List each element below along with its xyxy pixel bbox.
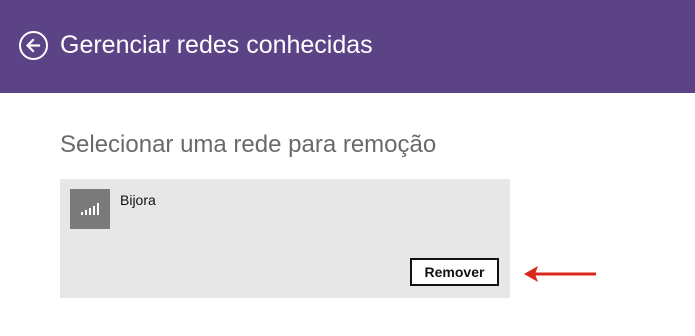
back-button[interactable] xyxy=(19,31,48,60)
remove-button[interactable]: Remover xyxy=(410,258,499,286)
section-title: Selecionar uma rede para remoção xyxy=(60,131,437,158)
wifi-signal-icon xyxy=(70,189,110,229)
header-bar: Gerenciar redes conhecidas xyxy=(0,0,695,93)
network-item[interactable]: Bijora Remover xyxy=(60,179,510,298)
back-arrow-icon xyxy=(25,38,41,53)
red-arrow-icon xyxy=(524,266,596,282)
network-name: Bijora xyxy=(120,192,156,208)
page-title: Gerenciar redes conhecidas xyxy=(60,31,373,59)
